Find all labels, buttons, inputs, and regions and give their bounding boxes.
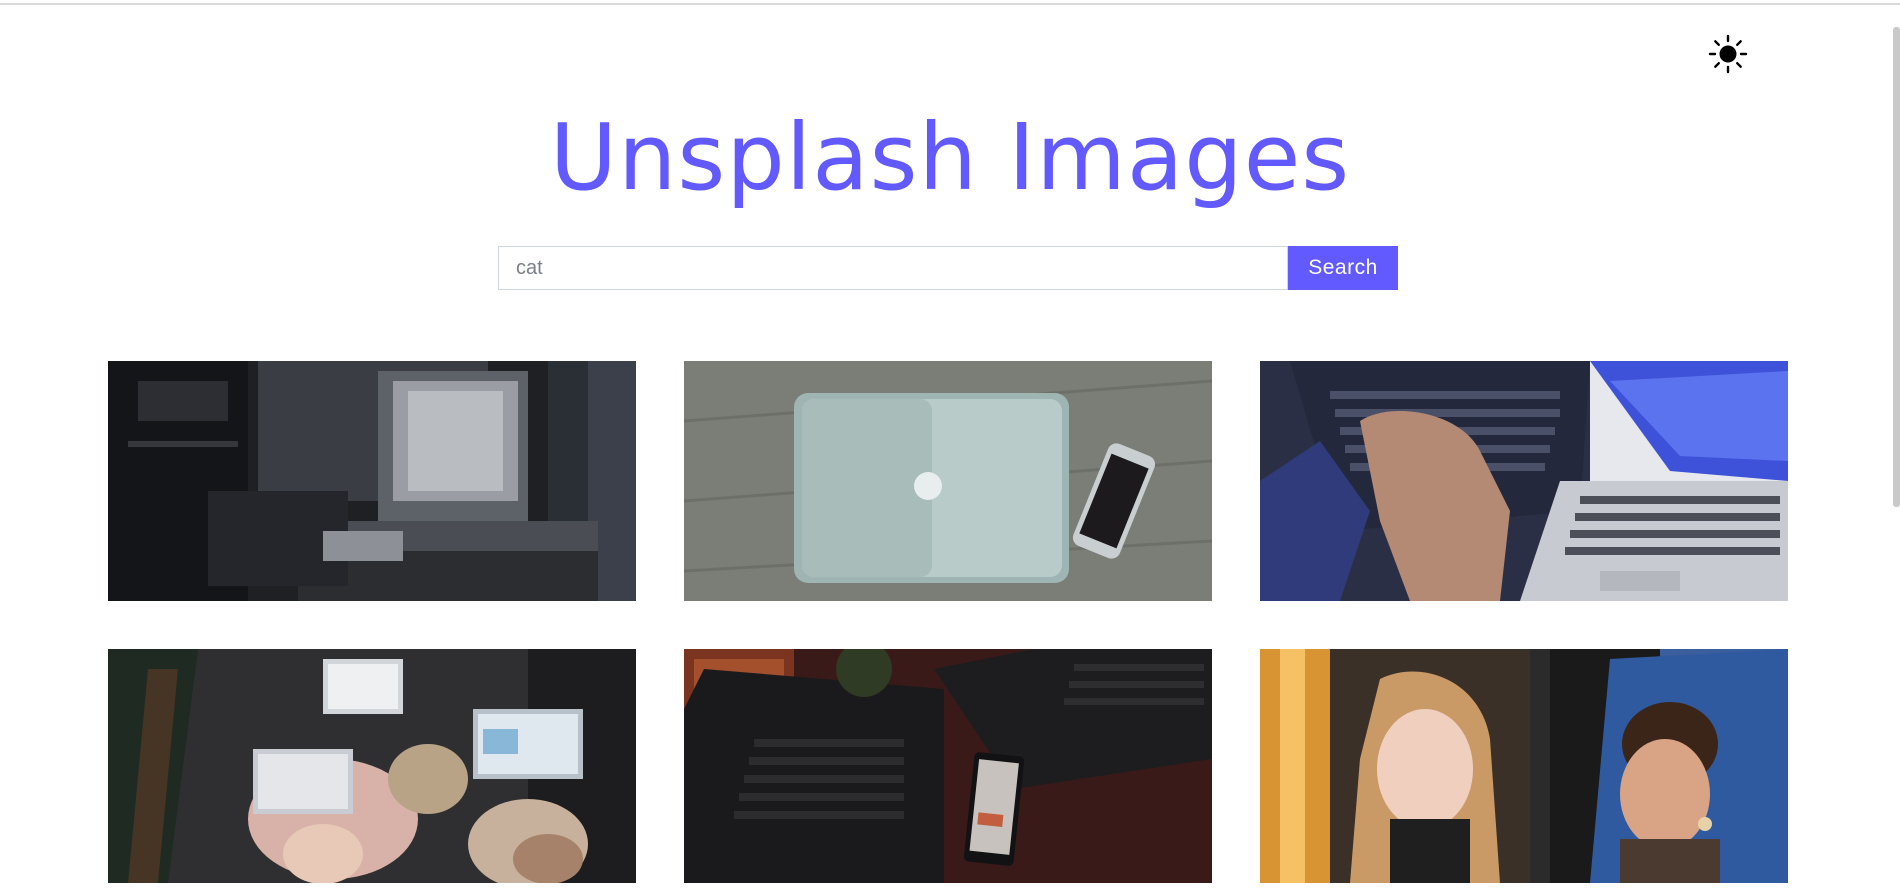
theme-toggle-button[interactable] [1706,32,1750,76]
image-card[interactable] [1260,361,1788,601]
top-border [0,3,1900,5]
search-input[interactable] [498,246,1288,290]
image-card[interactable] [684,649,1212,889]
sun-icon [1708,34,1748,74]
search-form: Search [498,246,1398,290]
scrollbar[interactable] [1893,27,1900,507]
search-button[interactable]: Search [1288,246,1398,290]
image-card[interactable] [1260,649,1788,889]
image-card[interactable] [108,361,636,601]
gallery-image [108,649,636,883]
gallery-image [1260,649,1788,883]
gallery-image [684,649,1212,883]
image-card[interactable] [684,361,1212,601]
gallery-image [684,361,1212,601]
gallery-image [1260,361,1788,601]
image-card[interactable] [108,649,636,889]
page-title: Unsplash Images [549,104,1351,211]
gallery-image [108,361,636,601]
